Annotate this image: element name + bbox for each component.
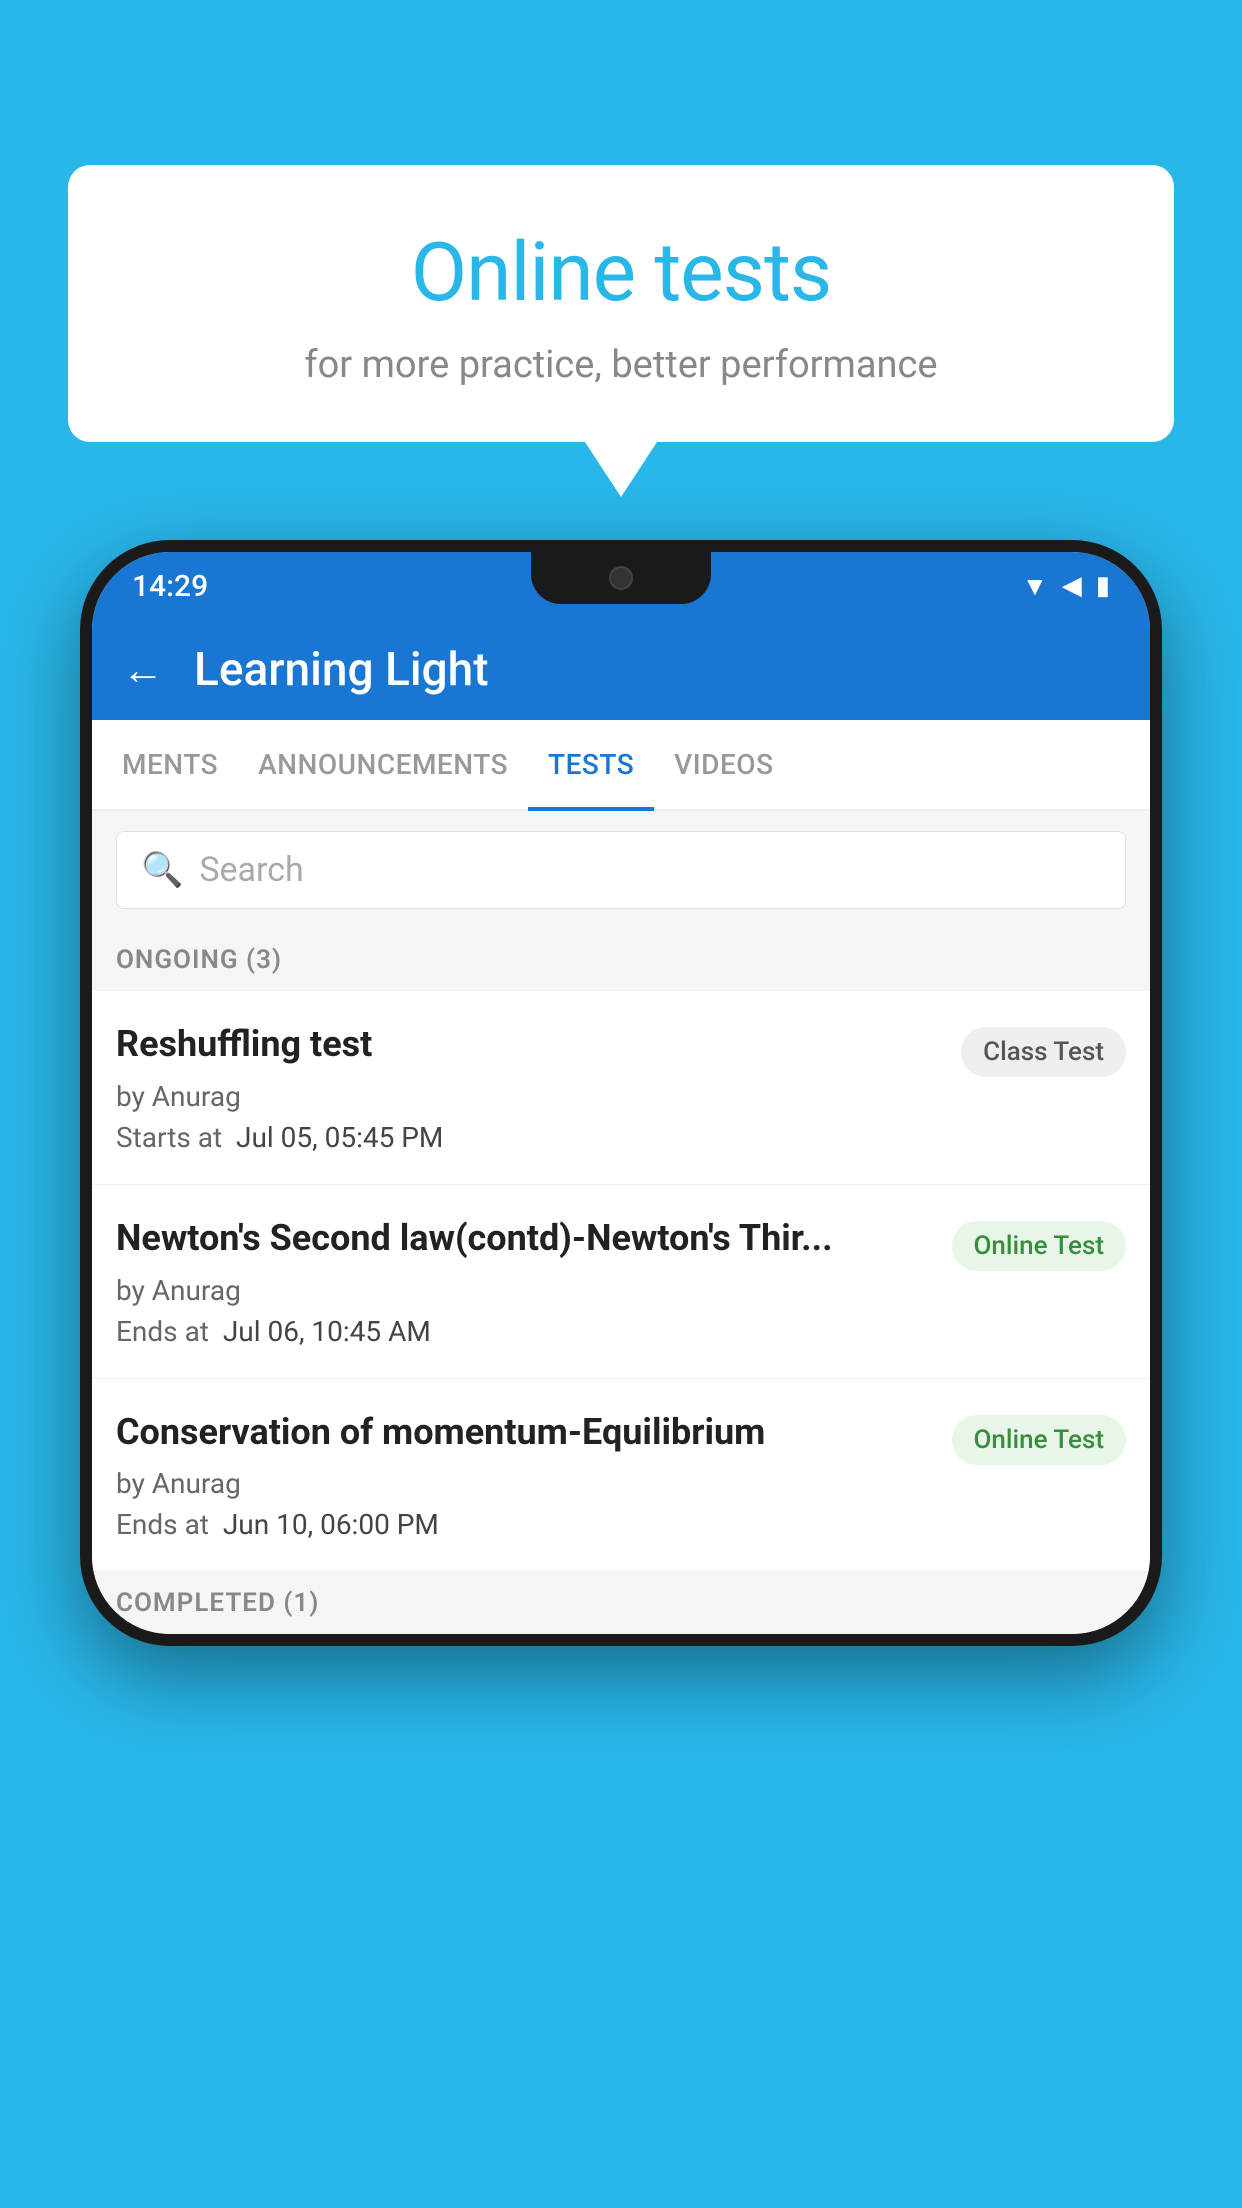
completed-label: COMPLETED (1) xyxy=(116,1588,319,1618)
tab-videos[interactable]: VIDEOS xyxy=(654,720,793,809)
test-item[interactable]: Reshuffling test by Anurag Starts at Jul… xyxy=(92,991,1150,1185)
phone-screen: 14:29 ▼ ◀ ▮ ← Learning Light MENTS ANNOU… xyxy=(92,552,1150,1634)
test-content: Newton's Second law(contd)-Newton's Thir… xyxy=(116,1215,952,1348)
test-author: by Anurag xyxy=(116,1080,941,1113)
test-item[interactable]: Conservation of momentum-Equilibrium by … xyxy=(92,1379,1150,1573)
camera xyxy=(609,566,633,590)
tab-announcements[interactable]: ANNOUNCEMENTS xyxy=(238,720,528,809)
bubble-subtitle: for more practice, better performance xyxy=(108,343,1134,387)
search-container: 🔍 Search xyxy=(92,811,1150,929)
bubble-title: Online tests xyxy=(108,225,1134,321)
test-content: Conservation of momentum-Equilibrium by … xyxy=(116,1409,952,1542)
test-badge: Online Test xyxy=(952,1415,1127,1465)
wifi-icon: ▼ xyxy=(1022,571,1048,602)
search-bar[interactable]: 🔍 Search xyxy=(116,831,1126,909)
ongoing-section-header: ONGOING (3) xyxy=(92,929,1150,991)
back-button[interactable]: ← xyxy=(122,646,164,695)
tab-ments[interactable]: MENTS xyxy=(102,720,238,809)
test-date: Ends at Jul 06, 10:45 AM xyxy=(116,1315,932,1348)
signal-icon: ◀ xyxy=(1062,571,1082,601)
status-time: 14:29 xyxy=(132,569,208,604)
battery-icon: ▮ xyxy=(1096,571,1110,601)
test-badge: Online Test xyxy=(952,1221,1127,1271)
app-title: Learning Light xyxy=(194,643,489,697)
test-date: Starts at Jul 05, 05:45 PM xyxy=(116,1121,941,1154)
test-author: by Anurag xyxy=(116,1467,932,1500)
test-item[interactable]: Newton's Second law(contd)-Newton's Thir… xyxy=(92,1185,1150,1379)
test-name: Conservation of momentum-Equilibrium xyxy=(116,1409,932,1456)
test-content: Reshuffling test by Anurag Starts at Jul… xyxy=(116,1021,961,1154)
search-input[interactable]: Search xyxy=(199,850,303,890)
test-author: by Anurag xyxy=(116,1274,932,1307)
tabs-bar: MENTS ANNOUNCEMENTS TESTS VIDEOS xyxy=(92,720,1150,811)
search-icon: 🔍 xyxy=(141,850,183,890)
test-badge: Class Test xyxy=(961,1027,1126,1077)
completed-section-header: COMPLETED (1) xyxy=(92,1572,1150,1634)
phone-wrapper: 14:29 ▼ ◀ ▮ ← Learning Light MENTS ANNOU… xyxy=(80,540,1162,2208)
test-name: Newton's Second law(contd)-Newton's Thir… xyxy=(116,1215,932,1262)
test-list: Reshuffling test by Anurag Starts at Jul… xyxy=(92,991,1150,1572)
test-name: Reshuffling test xyxy=(116,1021,941,1068)
tab-tests[interactable]: TESTS xyxy=(528,720,654,809)
speech-bubble: Online tests for more practice, better p… xyxy=(68,165,1174,442)
phone-frame: 14:29 ▼ ◀ ▮ ← Learning Light MENTS ANNOU… xyxy=(80,540,1162,1646)
app-bar: ← Learning Light xyxy=(92,620,1150,720)
status-icons: ▼ ◀ ▮ xyxy=(1022,571,1110,602)
ongoing-label: ONGOING (3) xyxy=(116,945,282,975)
notch xyxy=(531,552,711,604)
test-date: Ends at Jun 10, 06:00 PM xyxy=(116,1508,932,1541)
